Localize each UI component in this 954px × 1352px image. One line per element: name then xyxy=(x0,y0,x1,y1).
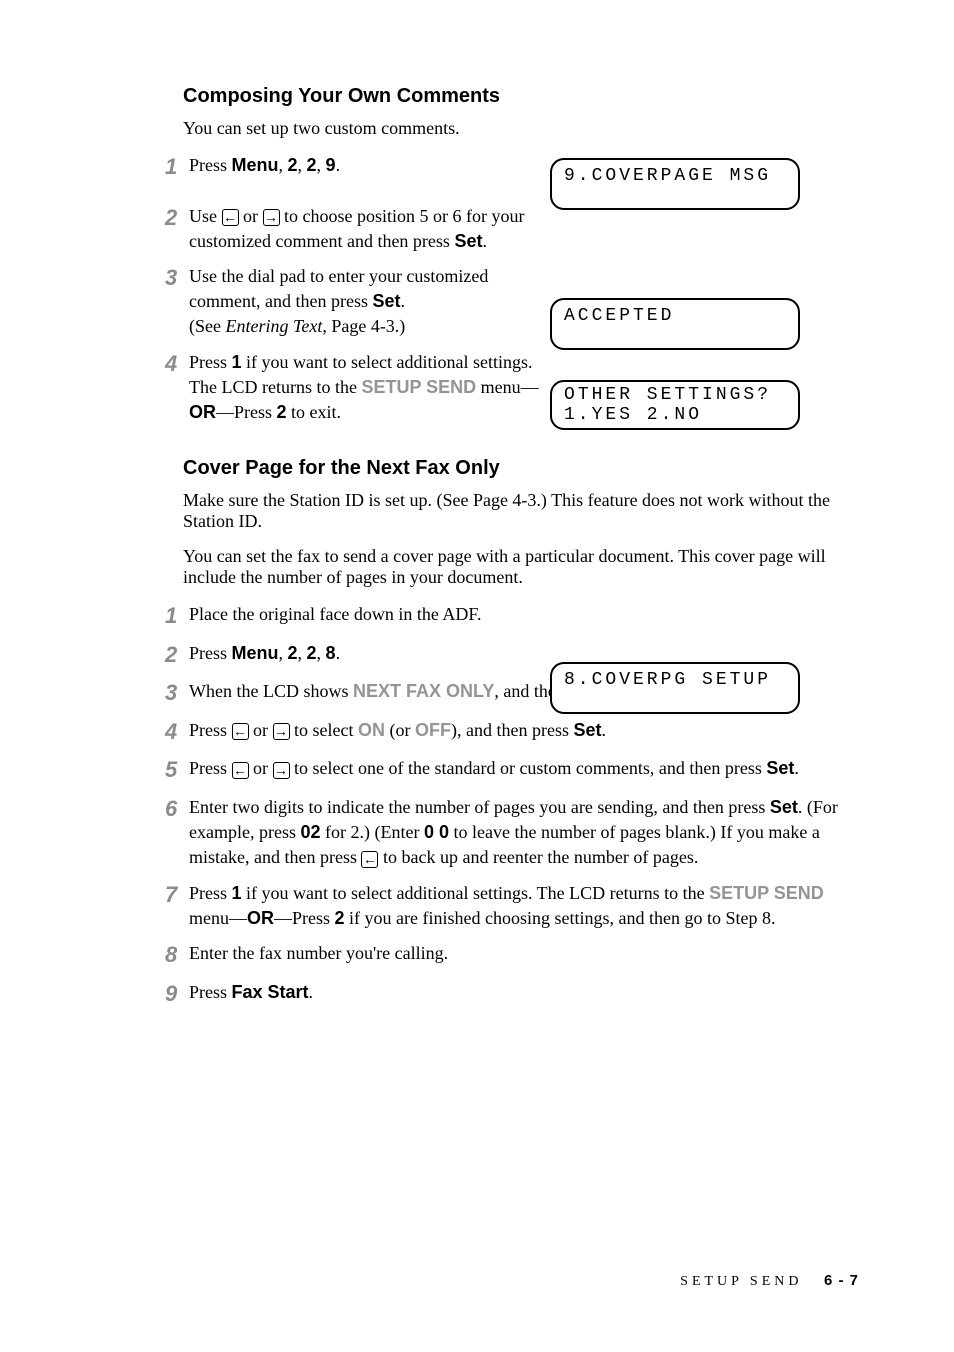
step-5b: 5 Press ← or → to select one of the stan… xyxy=(165,756,859,785)
step-text: Place the original face down in the ADF. xyxy=(189,602,544,627)
intro-cover-1: Make sure the Station ID is set up. (See… xyxy=(183,490,859,532)
section-cover-page: Cover Page for the Next Fax Only Make su… xyxy=(165,457,859,1008)
lcd-accepted: ACCEPTED xyxy=(550,298,800,350)
step-text: Press Menu, 2, 2, 9. xyxy=(189,153,544,178)
step-9b: 9 Press Fax Start. xyxy=(165,980,859,1009)
heading-composing: Composing Your Own Comments xyxy=(183,85,859,108)
step-text: Use ← or → to choose position 5 or 6 for… xyxy=(189,204,544,254)
step-text: Use the dial pad to enter your customize… xyxy=(189,264,544,340)
step-text: Press 1 if you want to select additional… xyxy=(189,881,859,931)
arrow-left-icon: ← xyxy=(232,723,249,740)
step-text: Enter the fax number you're calling. xyxy=(189,941,859,966)
arrow-left-icon: ← xyxy=(222,209,239,226)
step-1b: 1 Place the original face down in the AD… xyxy=(165,602,859,631)
heading-cover-page: Cover Page for the Next Fax Only xyxy=(183,457,859,480)
footer-section: SETUP SEND xyxy=(680,1274,802,1289)
footer-page-num: 6 - 7 xyxy=(824,1272,859,1289)
arrow-right-icon: → xyxy=(263,209,280,226)
lcd-coverpg-setup: 8.COVERPG SETUP xyxy=(550,662,800,714)
step-text: Press 1 if you want to select additional… xyxy=(189,350,544,426)
step-text: Press ← or → to select one of the standa… xyxy=(189,756,859,781)
step-8b: 8 Enter the fax number you're calling. xyxy=(165,941,859,970)
step-7b: 7 Press 1 if you want to select addition… xyxy=(165,881,859,931)
lcd-coverpage-msg: 9.COVERPAGE MSG xyxy=(550,158,800,210)
intro-cover-2: You can set the fax to send a cover page… xyxy=(183,546,859,588)
arrow-left-icon: ← xyxy=(232,762,249,779)
page-footer: SETUP SEND 6 - 7 xyxy=(680,1272,859,1290)
step-text: Press Fax Start. xyxy=(189,980,859,1005)
step-4b: 4 Press ← or → to select ON (or OFF), an… xyxy=(165,718,859,747)
arrow-right-icon: → xyxy=(273,762,290,779)
step-text: Enter two digits to indicate the number … xyxy=(189,795,859,871)
step-6b: 6 Enter two digits to indicate the numbe… xyxy=(165,795,859,871)
intro-composing: You can set up two custom comments. xyxy=(183,118,859,139)
step-2: 2 Use ← or → to choose position 5 or 6 f… xyxy=(165,204,859,254)
lcd-other-settings: OTHER SETTINGS? 1.YES 2.NO xyxy=(550,380,800,430)
arrow-right-icon: → xyxy=(273,723,290,740)
arrow-left-icon: ← xyxy=(361,851,378,868)
section-composing: Composing Your Own Comments You can set … xyxy=(165,85,859,425)
step-text: Press ← or → to select ON (or OFF), and … xyxy=(189,718,859,743)
